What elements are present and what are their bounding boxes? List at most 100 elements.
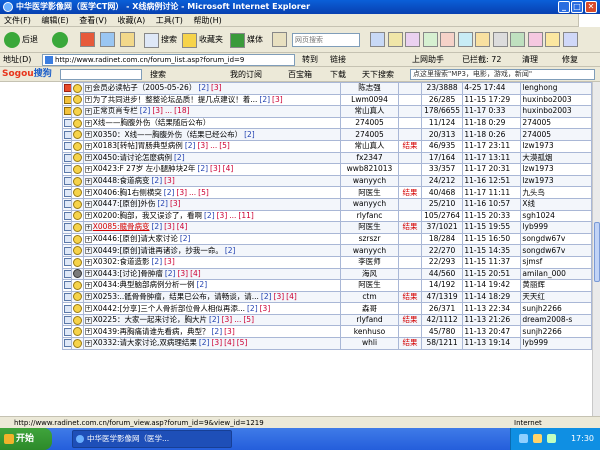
- blocked-count[interactable]: 已拦截: 72: [462, 53, 501, 67]
- links-label[interactable]: 链接: [330, 53, 346, 67]
- thread-page-link[interactable]: [2]: [198, 83, 209, 92]
- thread-author[interactable]: 陈志强: [339, 82, 400, 95]
- thread-title-link[interactable]: X0350：X线——胸腹外伤（结果已经公布）: [93, 130, 242, 139]
- last-post-user[interactable]: 九头鸟: [520, 186, 592, 199]
- tray-icon-1[interactable]: [519, 434, 528, 443]
- minimize-button[interactable]: _: [558, 1, 570, 13]
- taskbar-ie-window[interactable]: 中华医学影像网（医学...: [72, 430, 232, 448]
- thread-page-link[interactable]: [2]: [174, 153, 185, 162]
- thread-page-link[interactable]: [3]: [260, 304, 271, 313]
- thread-page-link[interactable]: [3]: [177, 269, 188, 278]
- menu-tools[interactable]: 工具(T): [152, 14, 187, 27]
- thread-page-link[interactable]: [3]: [211, 83, 222, 92]
- thread-title-link[interactable]: X0200:胸部，我又误诊了，看啊: [93, 211, 202, 220]
- thread-author[interactable]: wanyych: [339, 174, 400, 188]
- thread-author[interactable]: 274005: [339, 128, 400, 141]
- thread-author[interactable]: 常山真人: [339, 105, 400, 118]
- thread-page-link[interactable]: [2]: [259, 95, 270, 104]
- thread-page-link[interactable]: [5]: [219, 141, 230, 150]
- expand-icon[interactable]: +: [84, 177, 92, 185]
- expand-icon[interactable]: +: [84, 223, 92, 231]
- thread-author[interactable]: fx2347: [339, 151, 400, 165]
- toolbar-icon-10[interactable]: [527, 32, 543, 47]
- thread-page-link[interactable]: [2]: [197, 165, 208, 174]
- thread-page-link[interactable]: [4]: [224, 339, 235, 348]
- expand-icon[interactable]: +: [84, 328, 92, 336]
- thread-author[interactable]: ctm: [339, 290, 400, 304]
- expand-icon[interactable]: +: [84, 119, 92, 127]
- thread-page-link[interactable]: [3]: [274, 292, 285, 301]
- toolbar-icon-9[interactable]: [510, 32, 526, 47]
- menu-file[interactable]: 文件(F): [0, 14, 35, 27]
- thread-page-link[interactable]: [3]: [170, 199, 181, 208]
- media-button[interactable]: 媒体: [230, 30, 263, 50]
- thread-author[interactable]: kenhuso: [339, 325, 400, 339]
- thread-page-link[interactable]: [5]: [243, 315, 254, 324]
- thread-page-link[interactable]: [2]: [185, 141, 196, 150]
- toolbar-icon-4[interactable]: [422, 32, 438, 47]
- thread-author[interactable]: 海风: [339, 267, 400, 281]
- treasure-box[interactable]: 百宝箱: [288, 67, 312, 82]
- thread-title-link[interactable]: X0450:请讨论怎麽病例: [93, 153, 172, 162]
- thread-page-link[interactable]: [4]: [177, 223, 188, 232]
- thread-title-link[interactable]: X0406:胸1右侧横突: [93, 188, 162, 197]
- thread-page-link[interactable]: [2]: [261, 292, 272, 301]
- thread-title-link[interactable]: X线——胸腹外伤（结果随后公布）: [93, 118, 211, 127]
- maximize-button[interactable]: □: [571, 1, 583, 13]
- last-post-user[interactable]: 274005: [520, 128, 592, 141]
- thread-page-link[interactable]: [2]: [164, 188, 175, 197]
- expand-icon[interactable]: +: [84, 270, 92, 278]
- expand-icon[interactable]: +: [84, 247, 92, 255]
- expand-icon[interactable]: +: [84, 107, 92, 115]
- thread-page-link[interactable]: [2]: [140, 107, 151, 116]
- thread-title-link[interactable]: X0085:髋骨病变: [93, 223, 150, 232]
- expand-icon[interactable]: +: [84, 212, 92, 220]
- close-button[interactable]: ✕: [585, 1, 597, 13]
- refresh-button[interactable]: [100, 30, 115, 50]
- expand-icon[interactable]: +: [84, 96, 92, 104]
- title-bar[interactable]: 中华医学影像网（医学CT网） - X线病例讨论 - Microsoft Inte…: [0, 0, 600, 14]
- thread-page-link[interactable]: [4]: [286, 292, 297, 301]
- last-post-user[interactable]: dream2008-s: [520, 313, 592, 327]
- toolbar-icon-8[interactable]: [492, 32, 508, 47]
- thread-author[interactable]: 阿医生: [339, 186, 400, 199]
- thread-title-link[interactable]: X0434:典型脑部病例分析一例: [93, 281, 195, 290]
- last-post-user[interactable]: lyb999: [520, 221, 592, 234]
- thread-author[interactable]: wanyych: [339, 197, 400, 211]
- address-input[interactable]: http://www.radinet.com.cn/forum_list.asp…: [42, 54, 295, 66]
- thread-page-link[interactable]: [2]: [197, 281, 208, 290]
- last-post-user[interactable]: huxinbo2003: [520, 93, 592, 107]
- sogou-search-button[interactable]: 搜索: [150, 67, 166, 82]
- toolbar-icon-2[interactable]: [387, 32, 403, 47]
- web-search-box[interactable]: 网页搜索: [292, 30, 360, 50]
- thread-title-link[interactable]: X0439:再胸痛请谁先看病，典型？: [93, 327, 210, 336]
- hot-search-box[interactable]: 点这里搜索"MP3，电影，游戏，新闻": [410, 69, 595, 80]
- last-post-user[interactable]: songdw67v: [520, 232, 592, 246]
- thread-page-link[interactable]: [3]: [164, 257, 175, 266]
- thread-title-link[interactable]: X0447:[原创]外伤: [93, 199, 156, 208]
- thread-title-link[interactable]: X0253:..骶骨骨肿瘤，结果已公布，请畅谈，请...: [93, 292, 259, 301]
- thread-title-link[interactable]: X0446:[原创]请大家讨论: [93, 234, 178, 243]
- thread-page-link[interactable]: [4]: [223, 165, 234, 174]
- thread-author[interactable]: Lwm0094: [339, 93, 400, 107]
- thread-page-link[interactable]: [2]: [225, 246, 236, 255]
- toolbar-icon-7[interactable]: [475, 32, 491, 47]
- tray-icon-2[interactable]: [533, 434, 542, 443]
- thread-page-link[interactable]: [2]: [209, 315, 220, 324]
- thread-page-link[interactable]: [11]: [238, 211, 253, 220]
- thread-author[interactable]: 274005: [339, 116, 400, 130]
- last-post-user[interactable]: sunjh2266: [520, 325, 592, 339]
- thread-page-link[interactable]: [2]: [212, 327, 223, 336]
- expand-icon[interactable]: +: [84, 316, 92, 324]
- toolbar-icon-1[interactable]: [370, 32, 385, 47]
- menu-help[interactable]: 帮助(H): [189, 14, 225, 27]
- toolbar-icon-3[interactable]: [405, 32, 421, 47]
- thread-title-link[interactable]: X0449:[原创]请谁再诸诊，抄我一命。: [93, 246, 223, 255]
- thread-author[interactable]: 阿医生: [339, 221, 400, 234]
- thread-page-link[interactable]: [2]: [247, 304, 258, 313]
- thread-page-link[interactable]: [2]: [152, 176, 163, 185]
- tray-icon-3[interactable]: [547, 434, 556, 443]
- clean-button[interactable]: 清理: [522, 53, 538, 67]
- expand-icon[interactable]: +: [84, 281, 92, 289]
- thread-author[interactable]: 李医师: [339, 255, 400, 269]
